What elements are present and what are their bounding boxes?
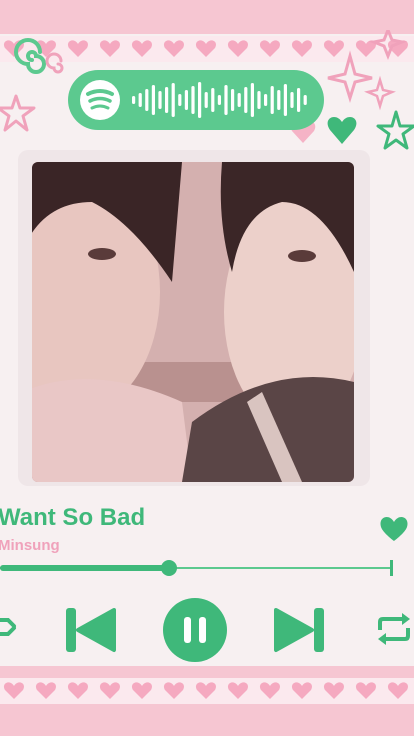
code-bar (145, 89, 149, 111)
skip-next-icon[interactable] (272, 604, 326, 656)
code-bar (198, 82, 202, 118)
code-bar (138, 93, 142, 107)
code-bar (158, 91, 162, 109)
code-bar (204, 92, 208, 108)
code-bar (151, 85, 155, 115)
artist-name[interactable]: Minsung (0, 537, 60, 554)
code-bar (283, 84, 287, 116)
star-doodle-left (0, 94, 36, 132)
code-bar (224, 85, 228, 115)
code-bar (191, 86, 195, 114)
code-bar (237, 93, 241, 107)
spotify-code-pill[interactable] (68, 70, 324, 130)
code-bar (184, 90, 188, 110)
code-bar (257, 91, 261, 109)
progress-handle[interactable] (160, 560, 177, 576)
heart-icon[interactable] (378, 514, 410, 544)
code-bar (211, 88, 215, 112)
spotify-code-bars (132, 82, 307, 118)
skip-previous-icon[interactable] (64, 604, 118, 656)
progress-end-cap (390, 560, 393, 576)
star-doodles-right (327, 30, 414, 150)
code-bar (171, 83, 175, 117)
code-bar (165, 87, 169, 113)
code-bar (231, 89, 235, 111)
pause-icon[interactable] (162, 597, 228, 663)
code-bar (244, 87, 248, 113)
progress-bar[interactable] (0, 560, 396, 576)
code-bar (217, 95, 221, 105)
spiral-doodle (14, 38, 64, 74)
progress-fill (0, 565, 169, 571)
song-title: Want So Bad (0, 504, 146, 531)
repeat-icon[interactable] (374, 612, 414, 646)
shuffle-icon[interactable] (0, 612, 18, 642)
spotify-code-graphic (80, 80, 307, 120)
album-art (32, 162, 354, 482)
code-bar (264, 94, 268, 106)
spotify-icon (80, 80, 120, 120)
code-bar (303, 95, 307, 105)
heart-border-bottom (0, 678, 414, 704)
top-decor-band (0, 0, 414, 34)
code-bar (290, 92, 294, 108)
code-bar (132, 96, 136, 104)
code-bar (270, 86, 274, 114)
code-bar (250, 83, 254, 117)
code-bar (178, 94, 182, 106)
code-bar (277, 90, 281, 110)
code-bar (297, 88, 301, 112)
